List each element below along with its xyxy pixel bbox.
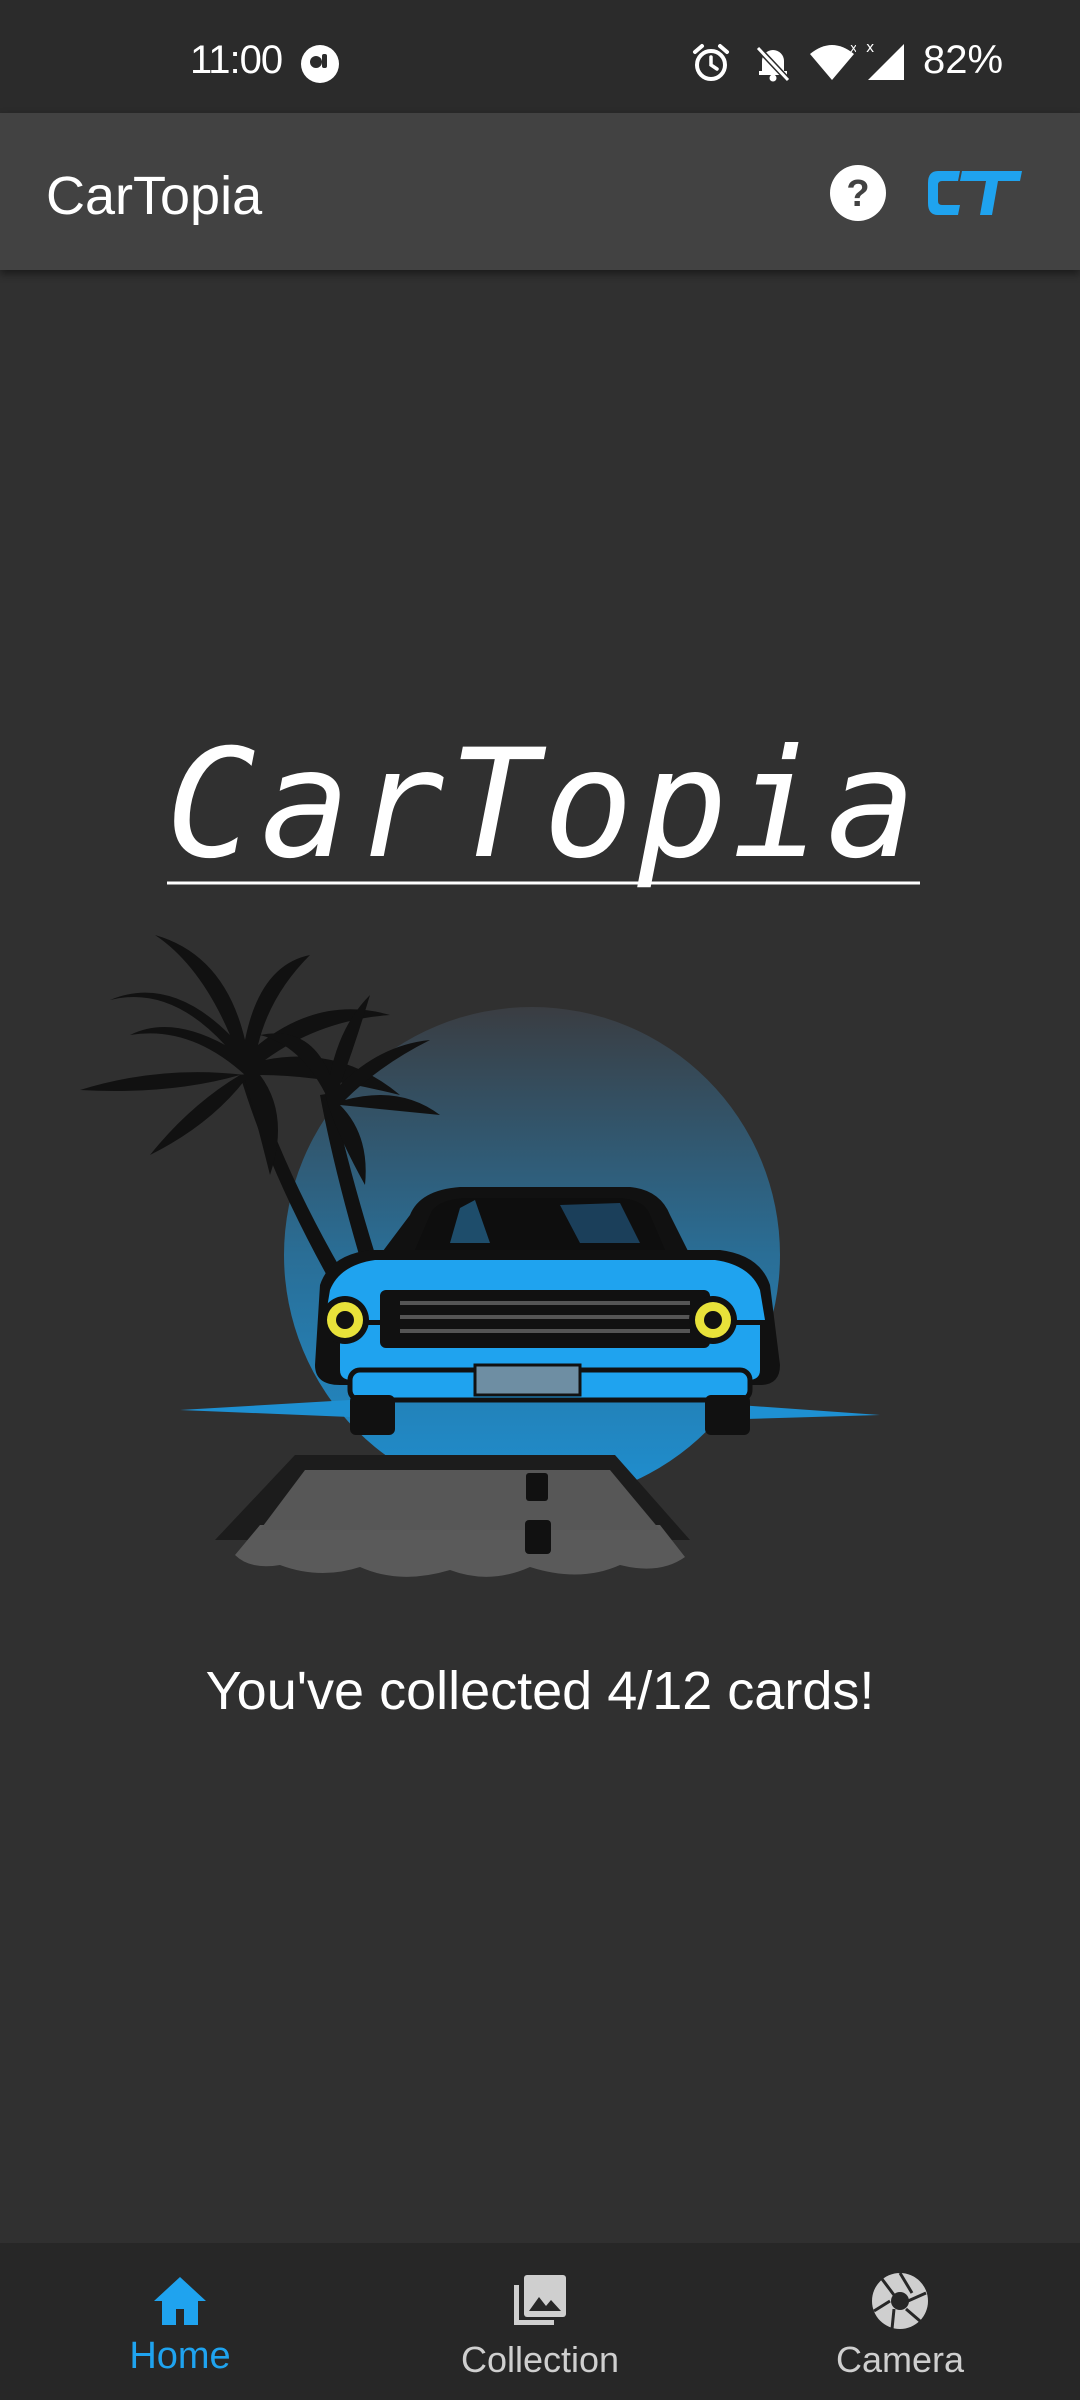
nav-camera[interactable]: Camera (750, 2243, 1050, 2400)
nav-home[interactable]: Home (30, 2243, 330, 2400)
app-title: CarTopia (46, 166, 263, 226)
nav-camera-label: Camera (835, 2339, 965, 2380)
status-time: 11:00 (190, 38, 283, 82)
battery-percent: 82% (923, 38, 1004, 82)
app-bar: CarTopia ? (0, 113, 1080, 270)
status-bar: 11:00 x x 82% (0, 0, 1080, 113)
wifi-icon: x (810, 41, 856, 80)
car-sunset-illustration (80, 935, 880, 1577)
alarm-icon (693, 44, 729, 81)
bottom-navigation: Home Collection Camera (0, 2243, 1080, 2400)
camera-shutter-icon (872, 2272, 928, 2330)
hero-title-text: CarTopia (166, 728, 920, 888)
svg-text:x: x (866, 40, 874, 56)
svg-text:x: x (850, 41, 856, 55)
help-circle-icon[interactable]: ? (828, 163, 888, 223)
home-icon (154, 2277, 206, 2325)
signal-icon: x (866, 40, 904, 80)
photo-library-icon (514, 2275, 566, 2325)
nav-collection-label: Collection (460, 2339, 620, 2380)
screen: 11:00 x x 82% CarTopia ? CarTopia You've… (0, 0, 1080, 2400)
svg-text:?: ? (846, 173, 869, 215)
nav-home-label: Home (129, 2335, 231, 2377)
nav-collection[interactable]: Collection (390, 2243, 690, 2400)
bell-off-icon (755, 45, 791, 83)
collected-cards-text: You've collected 4/12 cards! (205, 1661, 875, 1721)
hero-title: CarTopia (166, 728, 920, 888)
notification-app-icon (301, 45, 339, 83)
cartopia-logo-icon (928, 171, 1022, 215)
